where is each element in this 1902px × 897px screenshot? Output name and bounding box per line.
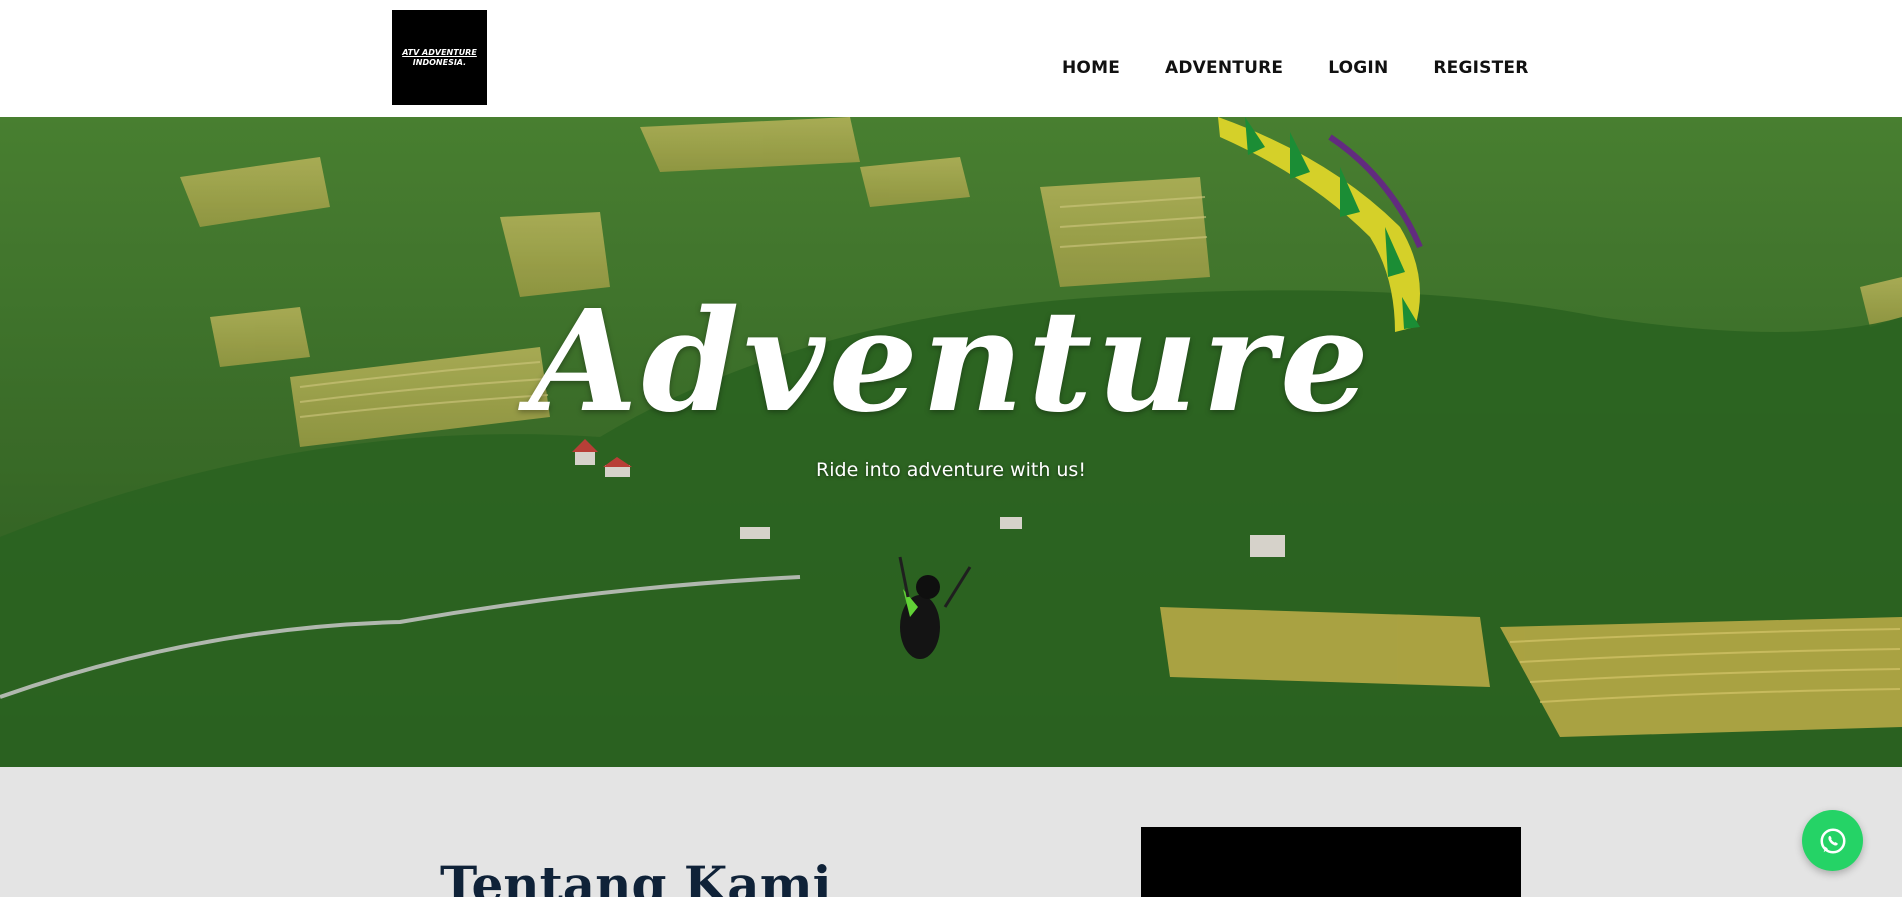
hero-banner: Adventure Ride into adventure with us! [0,117,1902,767]
main-nav: HOME ADVENTURE LOGIN REGISTER [1062,58,1574,78]
hero-subtitle: Ride into adventure with us! [816,459,1086,481]
logo-text-line2: INDONESIA. [412,57,467,67]
whatsapp-icon [1820,828,1845,853]
logo-text-line1: ATV ADVENTURE [402,47,477,57]
nav-adventure[interactable]: ADVENTURE [1165,58,1283,78]
nav-login[interactable]: LOGIN [1328,58,1388,78]
whatsapp-button[interactable] [1802,810,1863,871]
nav-register[interactable]: REGISTER [1433,58,1528,78]
about-title: Tentang Kami [440,855,832,897]
site-header: ATV ADVENTURE INDONESIA. HOME ADVENTURE … [0,0,1902,117]
nav-home[interactable]: HOME [1062,58,1120,78]
brand-logo[interactable]: ATV ADVENTURE INDONESIA. [392,10,487,105]
hero-title: Adventure [528,280,1373,444]
about-media-block [1141,827,1521,897]
about-section: Tentang Kami [0,767,1902,897]
